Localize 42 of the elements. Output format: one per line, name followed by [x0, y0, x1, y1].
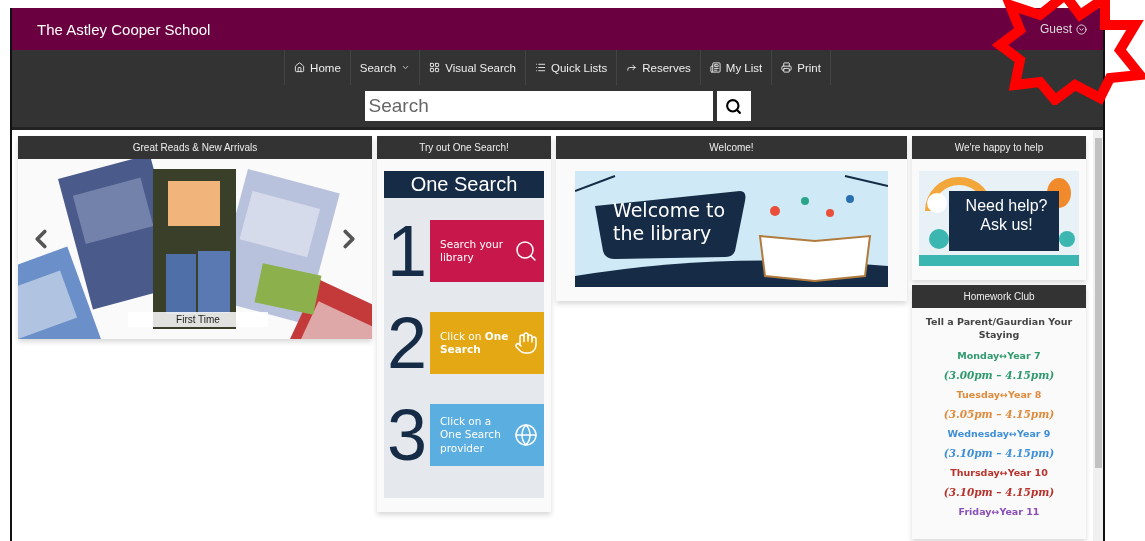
- time-text: (3.10pm – 4.15pm): [943, 446, 1055, 459]
- scrollbar[interactable]: [1094, 138, 1102, 468]
- banner-text: Welcome to the library: [613, 199, 727, 245]
- step-text: Click on a One Search provider: [440, 415, 502, 455]
- homework-intro: Tell a Parent/Gaurdian Your Staying: [924, 316, 1074, 342]
- day-text: Friday↔Year 11: [958, 505, 1040, 517]
- step-icon: [514, 423, 538, 447]
- nav-icon: [429, 62, 441, 73]
- nav-icon: [294, 62, 306, 73]
- school-title: The Astley Cooper School: [37, 20, 211, 38]
- nav-icon: [626, 62, 638, 73]
- time-text: (3.05pm – 4.15pm): [943, 407, 1055, 420]
- time-text: (3.10pm – 4.15pm): [943, 485, 1055, 498]
- user-menu[interactable]: Guest: [1034, 21, 1093, 37]
- step-number: 3: [385, 399, 428, 471]
- panel-heading: We're happy to help: [912, 136, 1086, 159]
- panel-heading: Try out One Search!: [377, 136, 551, 159]
- panel-heading: Homework Club: [912, 285, 1086, 308]
- search-icon: [725, 97, 742, 115]
- chevron-down-icon: [1076, 23, 1087, 35]
- step-icon: [514, 331, 538, 355]
- slide-caption: First Time: [128, 312, 268, 327]
- nav-icon: [535, 62, 546, 73]
- day-text: Wednesday↔Year 9: [947, 427, 1051, 439]
- graphic-title: One Search: [384, 171, 544, 198]
- caret-icon: [401, 63, 411, 72]
- nav-icon: [781, 62, 793, 73]
- step-number: 1: [385, 215, 428, 287]
- panel-heading: Great Reads & New Arrivals: [18, 136, 372, 159]
- day-text: Thursday↔Year 10: [950, 466, 1048, 478]
- banner-text: Need help? Ask us!: [964, 196, 1049, 235]
- search-button[interactable]: [716, 91, 751, 121]
- time-text: (3.00pm – 4.15pm): [943, 368, 1055, 381]
- day-text: Tuesday↔Year 8: [956, 388, 1042, 400]
- step-text: Search your library: [440, 237, 505, 265]
- search-field[interactable]: Search: [364, 91, 713, 121]
- step-icon: [514, 239, 538, 263]
- nav-icon: [709, 62, 721, 73]
- step-number: 2: [385, 307, 428, 379]
- step-text: Click on One Search: [440, 329, 510, 357]
- day-text: Monday↔Year 7: [957, 349, 1041, 361]
- panel-heading: Welcome!: [556, 136, 907, 159]
